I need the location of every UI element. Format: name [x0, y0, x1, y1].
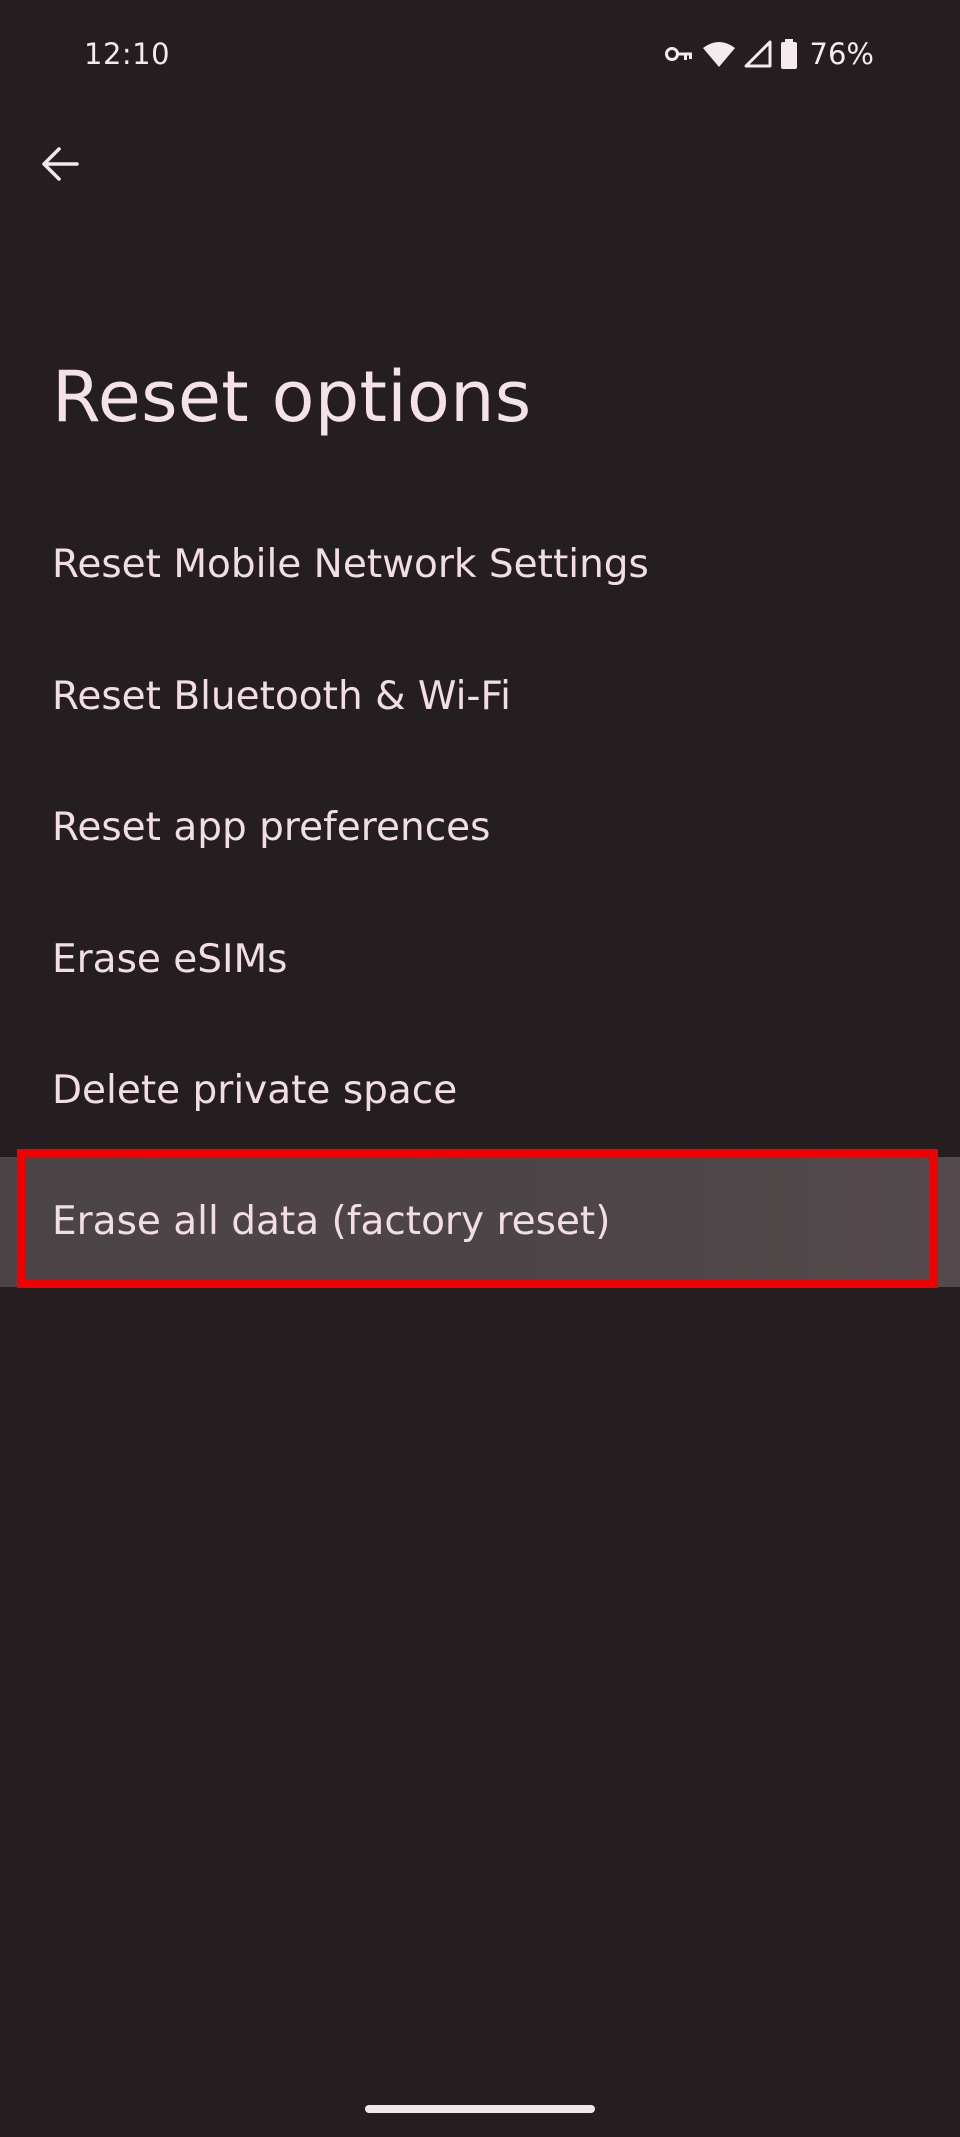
status-bar: 12:10 76% — [0, 0, 960, 110]
status-icons: 76% — [664, 36, 874, 72]
back-button[interactable] — [30, 136, 90, 196]
page-title: Reset options — [52, 356, 532, 438]
battery-icon — [780, 39, 798, 69]
option-label: Delete private space — [52, 1068, 458, 1113]
option-label: Reset Mobile Network Settings — [52, 542, 649, 587]
option-reset-bluetooth-wifi[interactable]: Reset Bluetooth & Wi-Fi — [0, 632, 960, 762]
option-delete-private-space[interactable]: Delete private space — [0, 1026, 960, 1156]
option-label: Erase all data (factory reset) — [52, 1199, 611, 1244]
option-label: Reset app preferences — [52, 805, 491, 850]
option-reset-mobile-network-settings[interactable]: Reset Mobile Network Settings — [0, 500, 960, 630]
battery-percent: 76% — [809, 37, 874, 71]
status-time: 12:10 — [84, 37, 171, 71]
home-indicator[interactable] — [365, 2105, 595, 2113]
cellular-signal-icon — [744, 40, 772, 68]
wifi-icon — [702, 40, 736, 68]
option-label: Erase eSIMs — [52, 937, 288, 982]
option-erase-all-data[interactable]: Erase all data (factory reset) — [0, 1157, 960, 1287]
option-erase-esims[interactable]: Erase eSIMs — [0, 895, 960, 1025]
option-label: Reset Bluetooth & Wi-Fi — [52, 674, 511, 719]
vpn-key-icon — [664, 44, 694, 64]
arrow-back-icon — [41, 146, 79, 186]
option-reset-app-preferences[interactable]: Reset app preferences — [0, 763, 960, 893]
